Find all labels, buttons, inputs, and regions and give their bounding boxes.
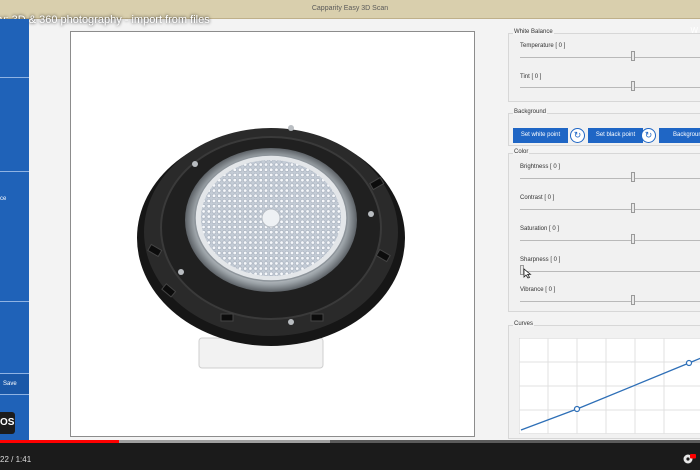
contrast-slider-thumb[interactable]: [631, 203, 635, 213]
left-sidebar: ce Save: [0, 19, 29, 440]
mouse-cursor-icon: [523, 268, 532, 279]
color-title: Color: [513, 149, 530, 155]
product-image: [137, 125, 405, 369]
vibrance-label: Vibrance [ 0 ]: [520, 287, 556, 293]
sidebar-divider: [0, 171, 29, 172]
contrast-slider-track[interactable]: [520, 209, 700, 210]
reset-white-point-icon[interactable]: ↻: [570, 128, 585, 143]
video-time-display: 22 / 1:41: [0, 455, 32, 464]
curves-panel: Curves: [508, 321, 700, 439]
vibrance-slider-thumb[interactable]: [631, 295, 635, 305]
set-black-point-button[interactable]: Set black point: [588, 128, 643, 143]
image-preview: [70, 31, 475, 437]
sidebar-divider: [0, 301, 29, 302]
video-title[interactable]: v: 3D & 360 photography - import from fi…: [0, 14, 210, 26]
white-balance-title: White Balance: [513, 29, 554, 35]
sidebar-divider: [0, 77, 29, 78]
tint-slider-thumb[interactable]: [631, 81, 635, 91]
hd-settings-icon[interactable]: [683, 454, 696, 464]
color-panel: Color Brightness [ 0 ] Contrast [ 0 ] Sa…: [508, 149, 700, 312]
app-window: Capparity Easy 3D Scan v: 3D & 360 photo…: [0, 0, 700, 470]
brightness-slider-thumb[interactable]: [631, 172, 635, 182]
video-progress-fill[interactable]: [0, 440, 119, 443]
contrast-label: Contrast [ 0 ]: [520, 195, 555, 201]
app-title: Capparity Easy 3D Scan: [311, 5, 389, 12]
vibrance-slider-track[interactable]: [520, 301, 700, 302]
brightness-slider-track[interactable]: [520, 178, 700, 179]
tint-slider-track[interactable]: [520, 87, 700, 88]
curves-title: Curves: [513, 321, 535, 327]
set-white-point-button[interactable]: Set white point: [513, 128, 568, 143]
temperature-slider-thumb[interactable]: [631, 51, 635, 61]
saturation-slider-track[interactable]: [520, 240, 700, 241]
brightness-label: Brightness [ 0 ]: [520, 164, 561, 170]
saturation-label: Saturation [ 0 ]: [520, 226, 560, 232]
background-title: Background: [513, 109, 548, 115]
temperature-label: Temperature [ 0 ]: [520, 43, 566, 49]
sharpness-slider-track[interactable]: [520, 271, 700, 272]
save-label: Save: [3, 381, 17, 387]
white-balance-panel: White Balance Temperature [ 0 ] Tint [ 0…: [508, 29, 700, 102]
video-player-bar: 22 / 1:41: [0, 440, 700, 470]
sidebar-item-label[interactable]: ce: [0, 196, 6, 202]
saturation-slider-thumb[interactable]: [631, 234, 635, 244]
sharpness-label: Sharpness [ 0 ]: [520, 257, 561, 263]
tint-label: Tint [ 0 ]: [520, 74, 542, 80]
temperature-slider-track[interactable]: [520, 57, 700, 58]
save-button[interactable]: Save: [0, 373, 29, 395]
background-button[interactable]: Backgroun: [659, 128, 700, 143]
reset-black-point-icon[interactable]: ↻: [641, 128, 656, 143]
background-panel: Background Set white point ↻ Set black p…: [508, 109, 700, 146]
watermark-badge: OS: [0, 412, 15, 434]
curves-editor[interactable]: [519, 338, 700, 434]
